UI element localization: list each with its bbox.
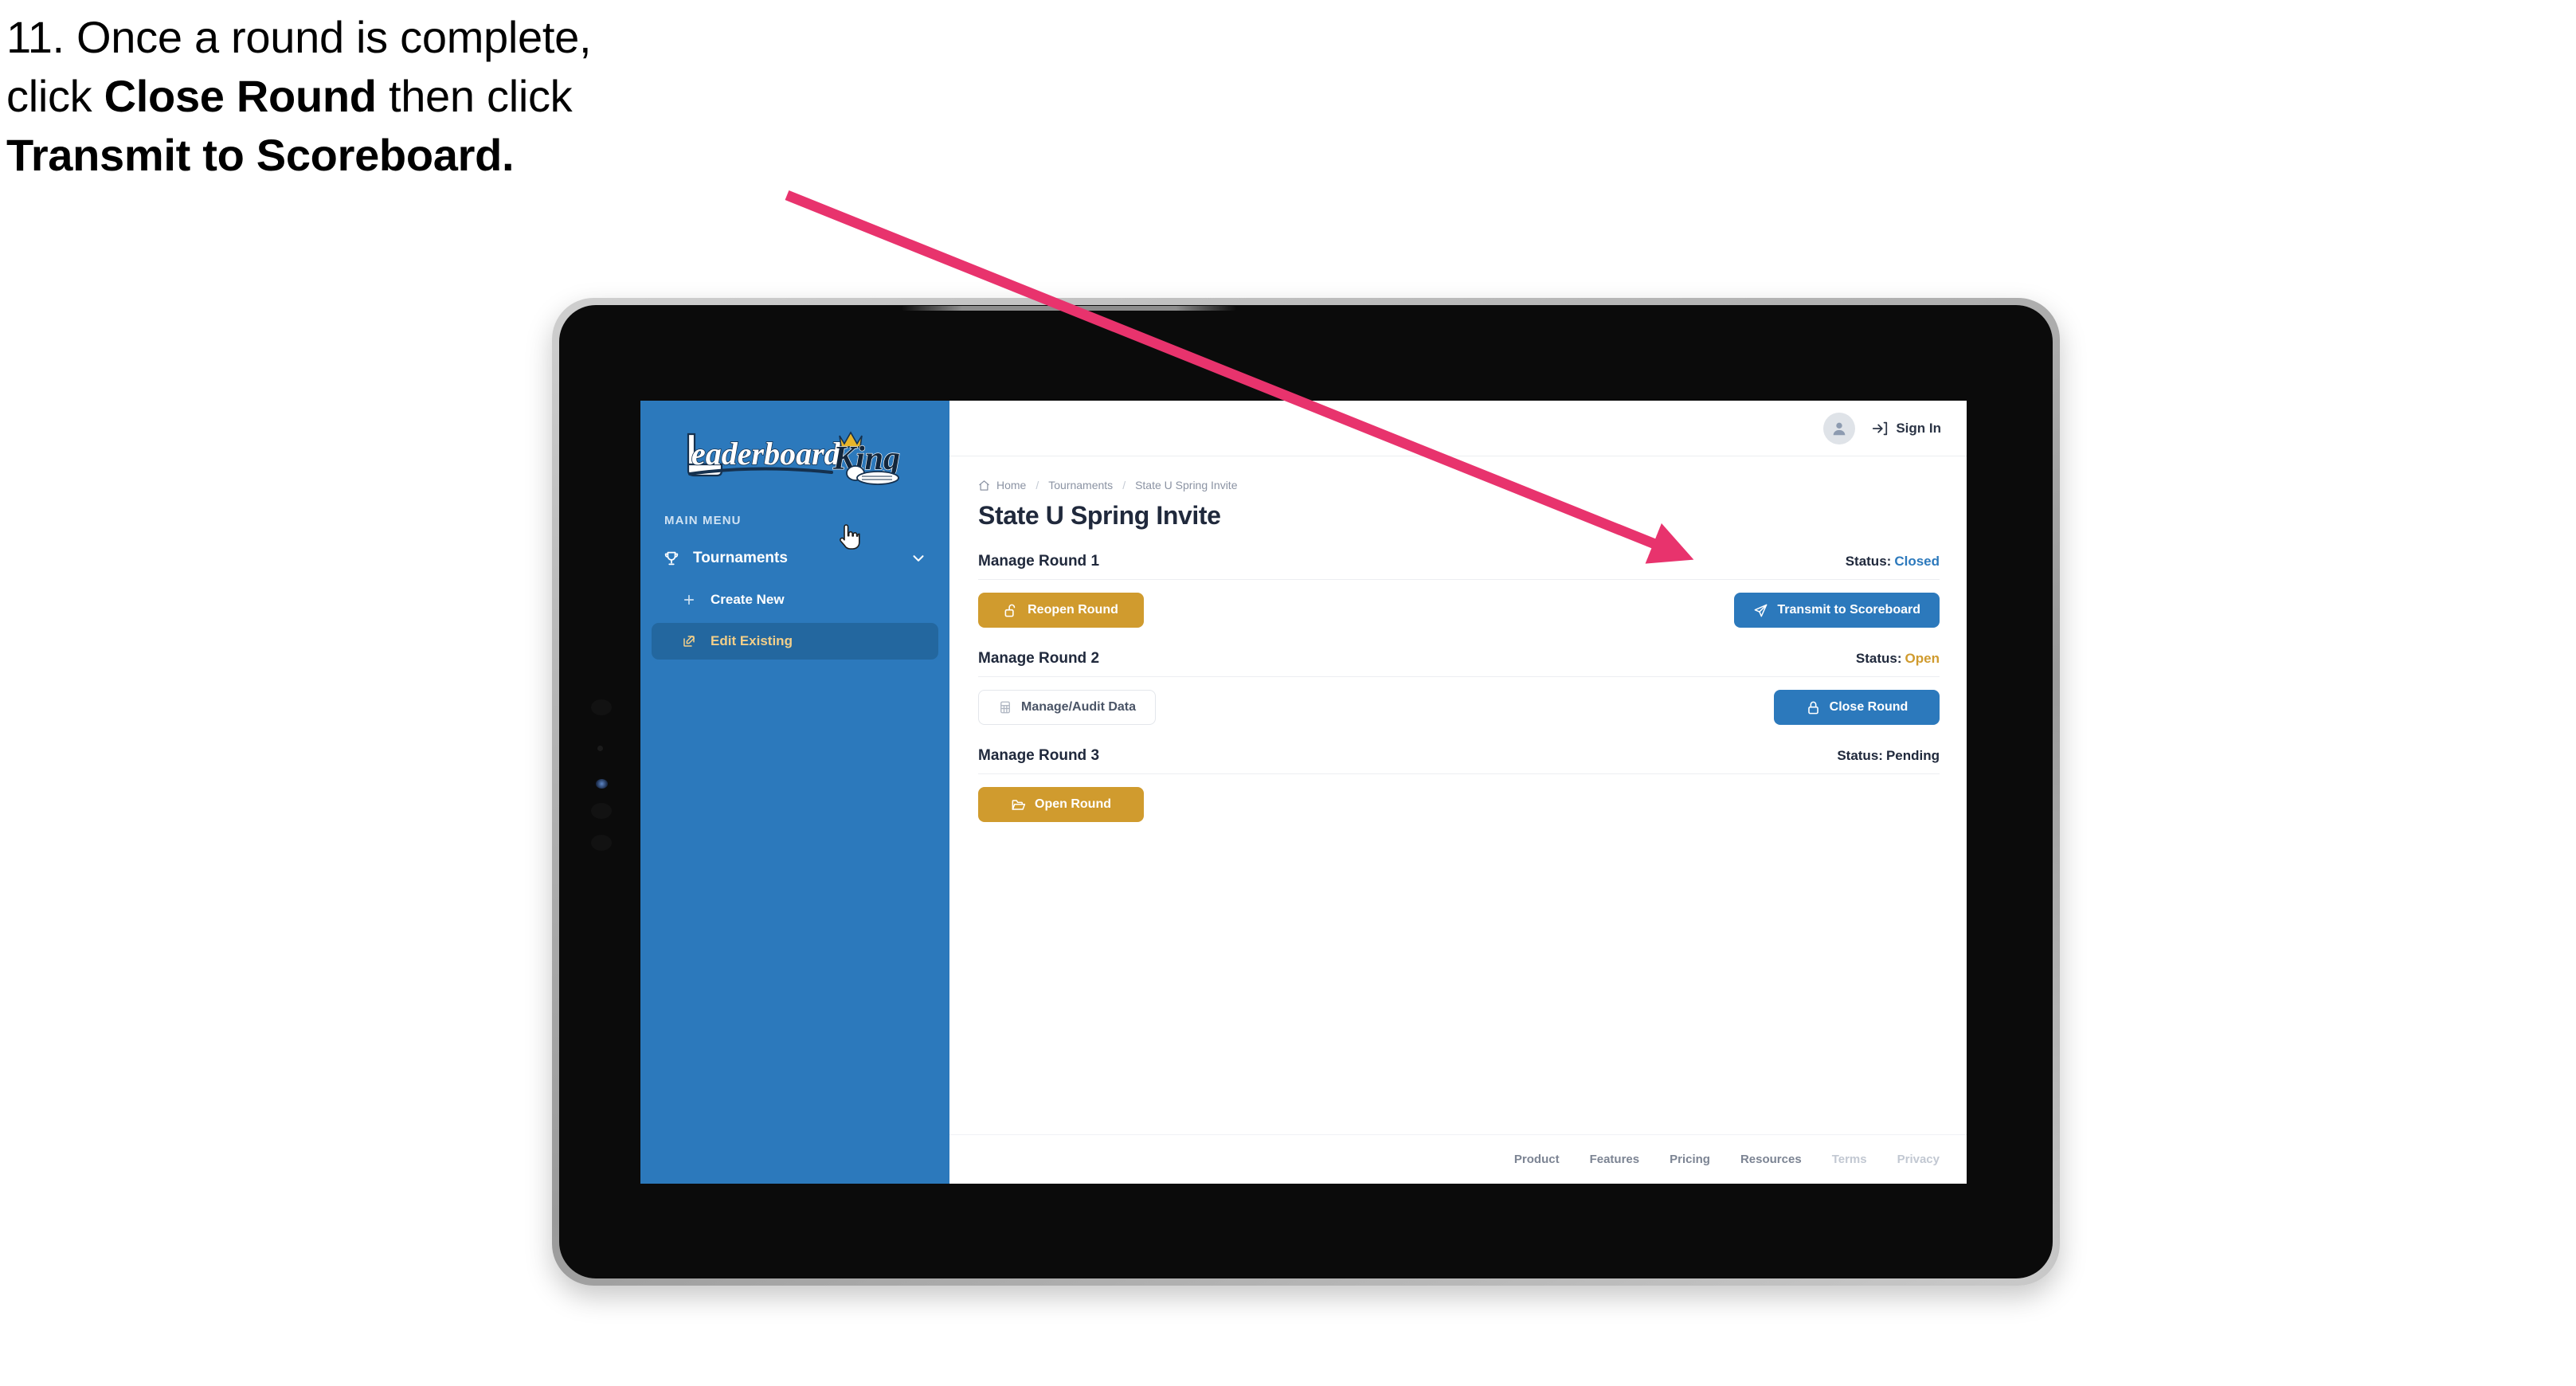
sign-in-label: Sign In xyxy=(1896,420,1941,436)
caption-line-2-suffix: then click xyxy=(376,70,573,121)
sidebar: eaderboard King MAIN MENU Tournaments Cr… xyxy=(640,401,949,1184)
round-block-1: Manage Round 1 Status: Closed Reopen Rou… xyxy=(978,553,1940,628)
top-bar: Sign In xyxy=(949,401,1967,456)
breadcrumb-separator: / xyxy=(1035,479,1039,491)
app-logo[interactable]: eaderboard King xyxy=(640,418,949,490)
tablet-screen: eaderboard King MAIN MENU Tournaments Cr… xyxy=(640,401,1967,1184)
caption-close-round-bold: Close Round xyxy=(104,70,377,121)
edit-square-icon xyxy=(682,634,696,648)
footer: Product Features Pricing Resources Terms… xyxy=(949,1134,1967,1184)
status-value: Pending xyxy=(1885,748,1940,763)
round-header: Manage Round 1 Status: Closed xyxy=(978,553,1940,580)
avatar[interactable] xyxy=(1823,412,1856,444)
caption-line-1: 11. Once a round is complete, xyxy=(6,12,592,62)
status-badge: Status: Open xyxy=(1856,651,1940,667)
unlock-icon xyxy=(1004,603,1019,618)
sidebar-section-label: MAIN MENU xyxy=(664,514,742,527)
breadcrumb-item-home[interactable]: Home xyxy=(996,479,1026,491)
status-badge: Status: Closed xyxy=(1846,554,1940,570)
main-content: Sign In Home / Tournaments / State U Spr… xyxy=(949,401,1967,1184)
round-actions: Open Round xyxy=(978,787,1940,822)
manage-audit-data-button[interactable]: Manage/Audit Data xyxy=(978,690,1157,725)
caption-line-3: Transmit to Scoreboard. xyxy=(6,129,515,180)
round-block-3: Manage Round 3 Status: Pending Open Roun… xyxy=(978,747,1940,822)
status-label: Status: xyxy=(1837,748,1883,763)
close-round-button[interactable]: Close Round xyxy=(1774,690,1940,725)
round-title: Manage Round 3 xyxy=(978,747,1100,764)
tablet-indicator-led-icon xyxy=(596,779,608,789)
footer-link-product[interactable]: Product xyxy=(1514,1153,1560,1166)
user-avatar-icon xyxy=(1833,422,1846,435)
footer-link-privacy[interactable]: Privacy xyxy=(1897,1153,1940,1166)
button-label: Open Round xyxy=(1035,797,1111,811)
round-header: Manage Round 2 Status: Open xyxy=(978,650,1940,677)
tablet-body: eaderboard King MAIN MENU Tournaments Cr… xyxy=(559,305,2053,1278)
lock-icon xyxy=(1806,700,1821,715)
trophy-icon xyxy=(663,550,680,567)
leaderboard-king-logo-icon: eaderboard King xyxy=(687,431,901,485)
home-icon xyxy=(978,480,990,491)
tablet-camera-icon xyxy=(591,699,612,715)
status-value: Open xyxy=(1905,651,1940,666)
sidebar-item-label: Tournaments xyxy=(693,550,788,566)
breadcrumb-separator: / xyxy=(1122,479,1126,491)
footer-link-resources[interactable]: Resources xyxy=(1740,1153,1802,1166)
button-label: Close Round xyxy=(1829,700,1909,714)
round-title: Manage Round 1 xyxy=(978,553,1100,570)
instruction-caption: 11. Once a round is complete, click Clos… xyxy=(6,8,883,185)
send-plane-icon xyxy=(1753,603,1768,618)
sidebar-item-edit-existing[interactable]: Edit Existing xyxy=(652,623,938,660)
open-folder-icon xyxy=(1011,797,1026,812)
tablet-device: eaderboard King MAIN MENU Tournaments Cr… xyxy=(552,298,2060,1286)
sidebar-item-tournaments[interactable]: Tournaments xyxy=(652,540,938,577)
breadcrumb: Home / Tournaments / State U Spring Invi… xyxy=(978,479,1940,491)
svg-text:eaderboard: eaderboard xyxy=(691,436,841,472)
caption-line-2: click Close Round then click xyxy=(6,67,883,126)
plus-icon xyxy=(682,593,696,607)
tablet-speaker-grill xyxy=(902,306,1236,311)
status-badge: Status: Pending xyxy=(1837,748,1940,764)
button-label: Manage/Audit Data xyxy=(1021,700,1137,714)
chevron-down-icon[interactable] xyxy=(910,550,927,567)
status-label: Status: xyxy=(1845,554,1892,569)
footer-link-terms[interactable]: Terms xyxy=(1832,1153,1867,1166)
page-title: State U Spring Invite xyxy=(978,501,1221,530)
reopen-round-button[interactable]: Reopen Round xyxy=(978,593,1144,628)
sign-in-button[interactable]: Sign In xyxy=(1871,420,1941,437)
tablet-camera-secondary-icon xyxy=(591,803,612,819)
button-label: Reopen Round xyxy=(1028,603,1118,617)
status-label: Status: xyxy=(1855,651,1902,666)
button-label: Transmit to Scoreboard xyxy=(1777,603,1920,617)
open-round-button[interactable]: Open Round xyxy=(978,787,1144,822)
svg-text:King: King xyxy=(832,440,900,477)
tablet-camera-tertiary-icon xyxy=(591,835,612,851)
round-header: Manage Round 3 Status: Pending xyxy=(978,747,1940,774)
footer-link-features[interactable]: Features xyxy=(1590,1153,1640,1166)
sign-in-arrow-icon xyxy=(1871,420,1889,437)
round-actions: Manage/Audit Data Close Round xyxy=(978,690,1940,725)
round-actions: Reopen Round Transmit to Scoreboard xyxy=(978,593,1940,628)
round-title: Manage Round 2 xyxy=(978,650,1100,667)
sidebar-item-create-new[interactable]: Create New xyxy=(652,581,938,618)
breadcrumb-item-tournaments[interactable]: Tournaments xyxy=(1048,479,1113,491)
transmit-to-scoreboard-button[interactable]: Transmit to Scoreboard xyxy=(1734,593,1940,628)
footer-link-pricing[interactable]: Pricing xyxy=(1670,1153,1710,1166)
grid-table-icon xyxy=(998,700,1012,715)
caption-line-2-prefix: click xyxy=(6,70,104,121)
breadcrumb-item-current: State U Spring Invite xyxy=(1135,479,1238,491)
sidebar-item-label: Edit Existing xyxy=(711,633,793,648)
sidebar-item-label: Create New xyxy=(711,592,785,607)
page-content: Home / Tournaments / State U Spring Invi… xyxy=(949,456,1967,1134)
tablet-sensor-dot-icon xyxy=(597,746,603,751)
round-block-2: Manage Round 2 Status: Open Manage/Audit… xyxy=(978,650,1940,725)
status-value: Closed xyxy=(1894,554,1940,569)
